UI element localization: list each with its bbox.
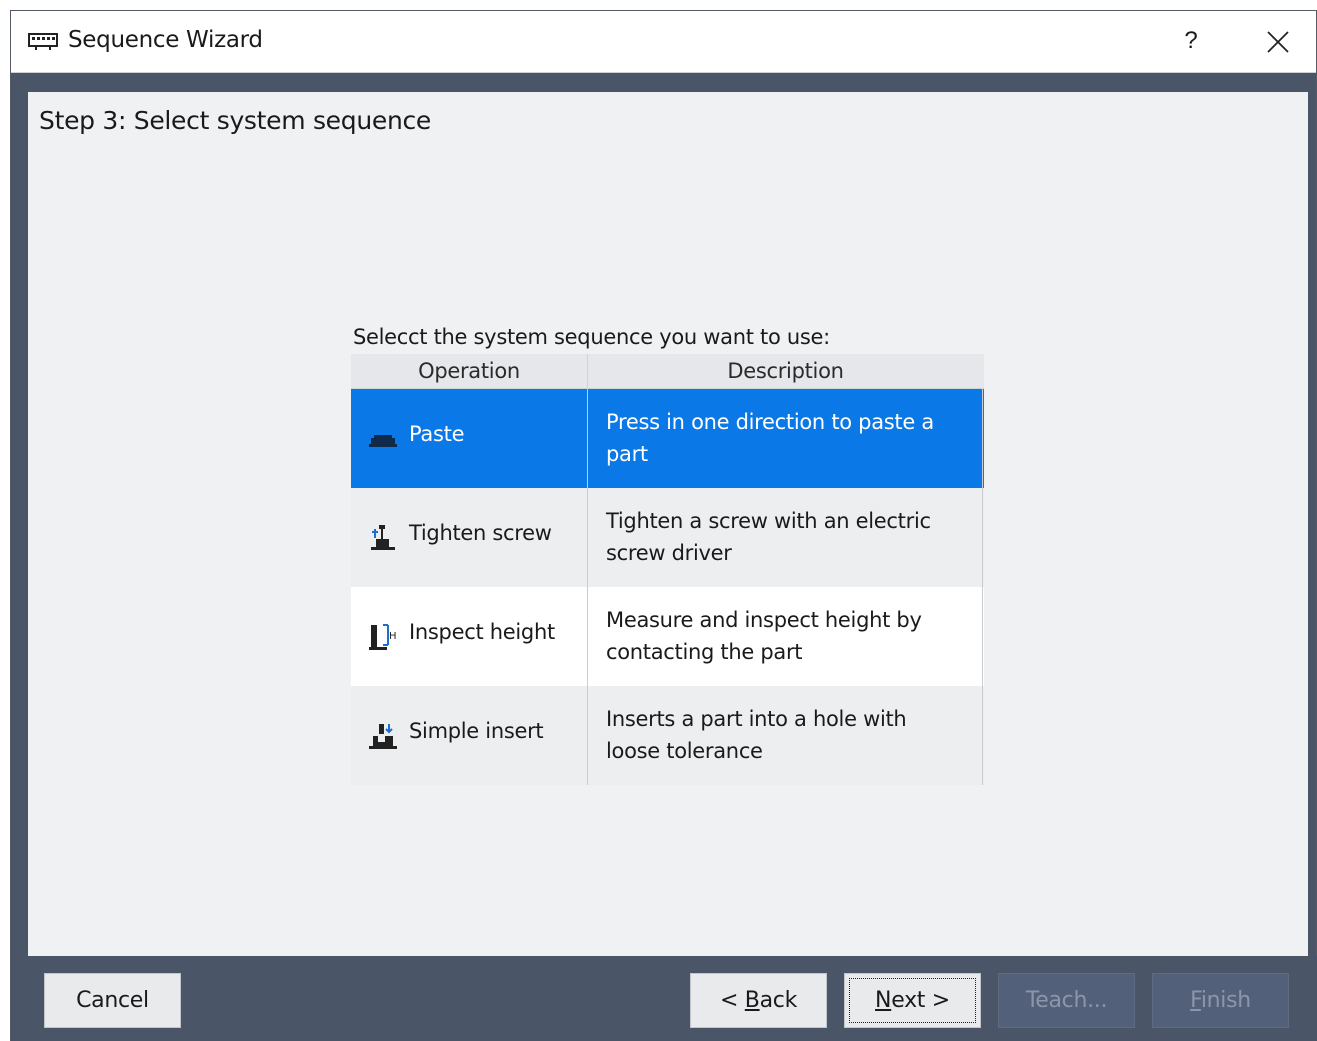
keyboard-icon — [28, 33, 58, 50]
column-header-description[interactable]: Description — [588, 354, 983, 389]
finish-mnemonic: F — [1190, 988, 1201, 1013]
back-mnemonic: B — [744, 988, 760, 1013]
description-cell: Press in one direction to paste a part — [588, 389, 983, 488]
table-row-paste[interactable]: Paste Press in one direction to paste a … — [351, 389, 984, 488]
column-header-operation[interactable]: Operation — [351, 354, 588, 389]
description-cell: Tighten a screw with an electric screw d… — [588, 488, 983, 587]
operation-cell: Tighten screw — [351, 488, 588, 587]
inspect-height-icon: H — [369, 624, 397, 650]
prompt-label: Selecct the system sequence you want to … — [353, 325, 830, 349]
operation-label: Simple insert — [409, 719, 544, 743]
back-button[interactable]: < Back — [690, 973, 827, 1028]
step-title: Step 3: Select system sequence — [39, 106, 432, 135]
teach-button[interactable]: Teach... — [998, 973, 1135, 1028]
operation-cell: H Inspect height — [351, 587, 588, 686]
wizard-content: Step 3: Select system sequence Selecct t… — [28, 92, 1308, 956]
next-mnemonic: N — [875, 988, 892, 1013]
operation-label: Paste — [409, 422, 465, 446]
paste-icon — [369, 435, 397, 447]
next-label-rest: ext > — [891, 988, 950, 1013]
table-row-tighten-screw[interactable]: Tighten screw Tighten a screw with an el… — [351, 488, 984, 587]
svg-text:H: H — [389, 631, 397, 642]
sequence-table: Operation Description Paste Press in one… — [351, 354, 984, 785]
operation-label: Inspect height — [409, 620, 555, 644]
operation-label: Tighten screw — [409, 521, 552, 545]
operation-cell: Paste — [351, 389, 588, 488]
table-row-simple-insert[interactable]: Simple insert Inserts a part into a hole… — [351, 686, 984, 785]
next-button[interactable]: Next > — [844, 973, 981, 1028]
operation-cell: Simple insert — [351, 686, 588, 785]
close-button[interactable] — [1263, 24, 1293, 60]
window-title: Sequence Wizard — [68, 27, 263, 53]
help-button[interactable]: ? — [1177, 21, 1205, 61]
back-prefix: < — [719, 988, 745, 1013]
back-label-rest: ack — [759, 988, 798, 1013]
table-header: Operation Description — [351, 354, 984, 389]
finish-button[interactable]: Finish — [1152, 973, 1289, 1028]
cancel-button[interactable]: Cancel — [44, 973, 181, 1028]
tighten-screw-icon — [371, 525, 395, 550]
description-cell: Inserts a part into a hole with loose to… — [588, 686, 983, 785]
description-cell: Measure and inspect height by contacting… — [588, 587, 983, 686]
finish-label-rest: inish — [1200, 988, 1251, 1013]
table-row-inspect-height[interactable]: H Inspect height Measure and inspect hei… — [351, 587, 984, 686]
title-bar: Sequence Wizard ? — [11, 11, 1316, 73]
close-icon — [1267, 31, 1289, 53]
button-bar: Cancel < Back Next > Teach... Finish — [11, 956, 1317, 1041]
sequence-wizard-window: Sequence Wizard ? Step 3: Select system … — [10, 10, 1317, 1041]
simple-insert-icon — [369, 724, 397, 749]
